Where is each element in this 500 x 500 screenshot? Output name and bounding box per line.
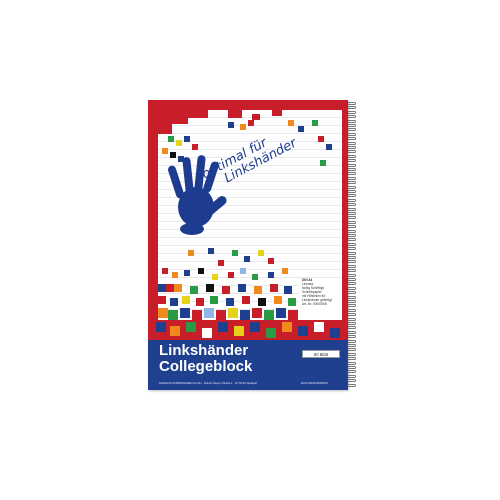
spiral-ring [347,141,356,145]
spiral-ring [347,344,356,347]
spiral-ring [347,110,356,114]
spiral-ring [347,260,356,264]
product-title: Linkshänder Collegeblock [159,343,252,375]
spiral-ring [347,154,356,158]
spiral-ring [347,286,356,290]
spiral-ring [347,106,356,110]
spiral-ring [347,339,356,343]
article-code: EAN 4006144000000 [301,381,328,385]
spiral-ring [347,207,356,211]
spiral-ring [347,198,356,202]
spiral-ring [347,220,356,224]
spiral-ring [347,124,356,127]
spiral-ring [347,361,356,365]
spiral-ring [347,203,356,207]
spiral-ring [347,176,356,180]
spiral-ring [347,242,356,246]
spiral-ring [347,308,356,312]
spiral-ring [347,264,356,268]
spiral-ring [347,225,356,229]
notebook: optimal für Linkshänder DIN A4 Lineatur … [148,100,356,390]
spiral-ring [347,374,356,378]
sheet-count: 80 Blatt [302,350,340,358]
info-line: Art.-Nr. 00000000 [302,302,328,306]
spiral-ring [347,137,356,141]
spiral-ring [347,370,356,374]
spiral-ring [347,128,356,132]
notebook-cover: optimal für Linkshänder DIN A4 Lineatur … [148,100,348,390]
spiral-ring [347,132,356,136]
spiral-ring [347,282,356,286]
title-line1: Linkshänder [159,342,249,359]
spiral-ring [347,352,356,356]
spiral-ring [347,234,356,237]
spiral-ring [347,300,356,303]
spiral-ring [347,357,356,361]
title-line2: Collegeblock [159,358,253,375]
footer: MARKLIN PAPIERWAREN GmbH · Robert-Mayer-… [159,381,328,385]
spiral-ring [347,159,356,163]
spiral-ring [347,163,356,167]
spiral-ring [347,335,356,339]
spiral-ring [347,216,356,220]
spiral-ring [347,119,356,123]
spiral-ring [347,322,356,325]
spiral-ring [347,379,356,383]
spiral-ring [347,247,356,251]
spiral-ring [347,150,356,154]
spiral-ring [347,251,356,255]
spiral-ring [347,278,356,281]
spiral-ring [347,273,356,277]
spiral-ring [347,172,356,176]
spiral-ring [347,194,356,198]
spiral-ring [347,238,356,242]
publisher-line: MARKLIN PAPIERWAREN GmbH · Robert-Mayer-… [159,381,258,385]
spiral-ring [347,330,356,334]
spiral-ring [347,348,356,352]
spiral-binding-icon [347,102,357,388]
spiral-ring [347,317,356,321]
spiral-ring [347,291,356,295]
spiral-ring [347,269,356,273]
spiral-ring [347,190,356,193]
spiral-ring [347,295,356,299]
spiral-ring [347,102,356,105]
spiral-ring [347,256,356,259]
spiral-ring [347,229,356,233]
info-box: DIN A4 Lineatur farbig Schrifttyp Schrei… [299,278,341,318]
spiral-ring [347,212,356,215]
spiral-ring [347,181,356,185]
spiral-ring [347,366,356,369]
spiral-ring [347,304,356,308]
spiral-ring [347,168,356,171]
spiral-ring [347,146,356,149]
spiral-ring [347,313,356,317]
spiral-ring [347,115,356,119]
spiral-ring [347,383,356,387]
spiral-ring [347,185,356,189]
spiral-ring [347,326,356,330]
